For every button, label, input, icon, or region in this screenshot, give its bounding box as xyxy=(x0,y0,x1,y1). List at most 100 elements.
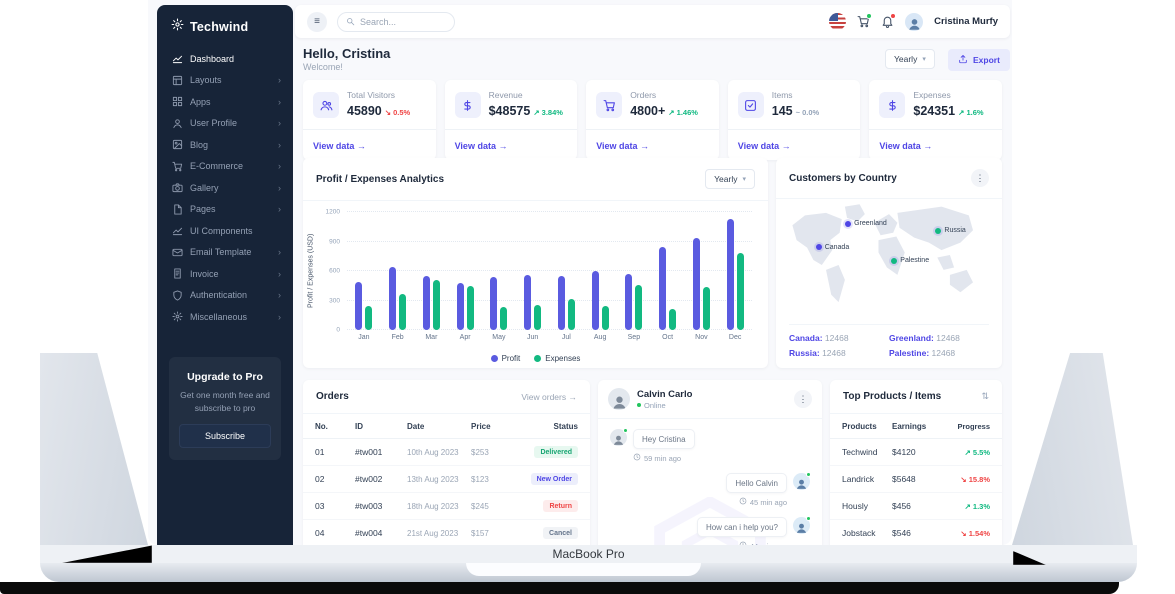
language-flag-icon[interactable] xyxy=(829,13,846,30)
world-map: CanadaGreenlandRussiaPalestine xyxy=(784,198,994,322)
x-tick-label: Apr xyxy=(448,334,482,341)
marker-label: Canada xyxy=(825,244,850,251)
sidebar: Techwind DashboardLayouts›Apps›User Prof… xyxy=(157,5,293,545)
sidebar-item-ui-components[interactable]: UI Components xyxy=(157,220,293,242)
order-no: 04 xyxy=(315,528,355,538)
sidebar-item-user-profile[interactable]: User Profile› xyxy=(157,113,293,135)
bar-group-nov xyxy=(685,212,719,330)
products-table: ProductsEarningsProgressTechwind$4120↗ 5… xyxy=(830,414,1002,545)
menu-toggle-button[interactable]: ≡ xyxy=(307,12,327,32)
product-row-jobstack: Jobstack$546↘ 1.54% xyxy=(830,520,1002,545)
chat-messages: Hey Cristina59 min agoHello Calvin45 min… xyxy=(598,419,822,545)
view-orders-link[interactable]: View orders → xyxy=(521,392,577,402)
notifications-bell-icon[interactable] xyxy=(881,15,894,28)
sidebar-item-invoice[interactable]: Invoice› xyxy=(157,263,293,285)
sidebar-item-dashboard[interactable]: Dashboard xyxy=(157,48,293,70)
chart-period-value: Yearly xyxy=(714,174,737,184)
order-no: 03 xyxy=(315,501,355,511)
sidebar-item-email-template[interactable]: Email Template› xyxy=(157,242,293,264)
search-input[interactable] xyxy=(360,17,440,27)
subscribe-button[interactable]: Subscribe xyxy=(179,424,271,448)
view-data-link[interactable]: View data → xyxy=(738,141,791,151)
customers-card: Customers by Country ⋮ Can xyxy=(776,158,1002,368)
legend-label: Profit xyxy=(502,354,521,363)
sidebar-item-label: Blog xyxy=(190,140,208,150)
stat-footer: View data → xyxy=(586,129,719,160)
view-data-link[interactable]: View data → xyxy=(455,141,508,151)
chevron-right-icon: › xyxy=(278,75,281,85)
chevron-right-icon: › xyxy=(278,269,281,279)
chevron-down-icon: ▾ xyxy=(742,175,746,183)
period-select[interactable]: Yearly ▾ xyxy=(885,49,935,69)
user-avatar[interactable] xyxy=(905,13,923,31)
map-marker-canada: Canada xyxy=(816,244,850,251)
product-earnings: $456 xyxy=(892,501,944,511)
sidebar-item-gallery[interactable]: Gallery› xyxy=(157,177,293,199)
stat-label: Total Visitors xyxy=(347,90,410,100)
pages-icon xyxy=(172,204,183,215)
expenses-bar xyxy=(737,253,744,330)
period-select-value: Yearly xyxy=(894,54,917,64)
products-column-progress: Progress xyxy=(944,422,990,431)
chat-message-left: Hey Cristina xyxy=(610,429,810,449)
chart-period-select[interactable]: Yearly ▾ xyxy=(705,169,755,189)
stat-value-row: 45890↘ 0.5% xyxy=(347,102,410,120)
view-data-link[interactable]: View data → xyxy=(313,141,366,151)
product-name: Landrick xyxy=(842,474,892,484)
export-button[interactable]: Export xyxy=(948,49,1010,71)
sidebar-item-miscellaneous[interactable]: Miscellaneous› xyxy=(157,306,293,328)
products-column-earnings: Earnings xyxy=(892,422,944,431)
sidebar-item-label: Miscellaneous xyxy=(190,312,247,322)
order-price: $253 xyxy=(471,448,513,457)
y-tick-label: 1200 xyxy=(326,209,340,216)
stat-card-expenses: Expenses$24351↗ 1.6% View data → xyxy=(869,80,1002,160)
laptop-screen: Techwind DashboardLayouts›Apps›User Prof… xyxy=(148,0,1012,545)
sidebar-item-blog[interactable]: Blog› xyxy=(157,134,293,156)
view-data-link[interactable]: View data → xyxy=(596,141,649,151)
chevron-right-icon: › xyxy=(278,183,281,193)
cart-icon[interactable] xyxy=(857,15,870,28)
dashboard-icon xyxy=(172,53,183,64)
sidebar-item-e-commerce[interactable]: E-Commerce› xyxy=(157,156,293,178)
country-value: 12468 xyxy=(934,333,960,343)
sidebar-menu: DashboardLayouts›Apps›User Profile›Blog›… xyxy=(157,48,293,328)
sort-icon[interactable]: ⇅ xyxy=(981,391,989,402)
stats-row: Total Visitors45890↘ 0.5%View data →Reve… xyxy=(303,80,1002,160)
order-id: #tw002 xyxy=(355,474,407,484)
chevron-right-icon: › xyxy=(278,118,281,128)
stat-text: Expenses$24351↗ 1.6% xyxy=(913,90,983,120)
chat-list: Hey Cristina59 min agoHello Calvin45 min… xyxy=(610,429,810,545)
sidebar-item-apps[interactable]: Apps› xyxy=(157,91,293,113)
kebab-menu-icon[interactable]: ⋮ xyxy=(794,390,812,408)
country-stat-russia: Russia: 12468 xyxy=(789,348,889,358)
legend-expenses[interactable]: Expenses xyxy=(534,354,580,363)
stat-card-items: Items145~ 0.0%View data → xyxy=(728,80,861,160)
search-box[interactable] xyxy=(337,12,455,32)
order-id: #tw004 xyxy=(355,528,407,538)
orders-table: No.IDDatePriceStatus01#tw00110th Aug 202… xyxy=(303,414,590,545)
stat-label: Revenue xyxy=(489,90,563,100)
chart-legend: Profit Expenses xyxy=(303,354,768,363)
sidebar-item-pages[interactable]: Pages› xyxy=(157,199,293,221)
stat-card-revenue: Revenue$48575↗ 3.84%View data → xyxy=(445,80,578,160)
sidebar-item-authentication[interactable]: Authentication› xyxy=(157,285,293,307)
dollar-icon xyxy=(879,92,905,118)
brand-logo[interactable]: Techwind xyxy=(157,5,293,48)
x-tick-label: Aug xyxy=(583,334,617,341)
legend-label: Expenses xyxy=(545,354,580,363)
expenses-bar xyxy=(399,294,406,330)
view-data-link[interactable]: View data → xyxy=(879,141,932,151)
marker-dot xyxy=(845,221,851,227)
legend-profit[interactable]: Profit xyxy=(491,354,521,363)
top-products-card: Top Products / Items ⇅ ProductsEarningsP… xyxy=(830,380,1002,545)
ui-components-icon xyxy=(172,225,183,236)
sidebar-item-label: Dashboard xyxy=(190,54,234,64)
order-status: Return xyxy=(513,500,578,513)
order-status: Delivered xyxy=(513,446,578,459)
upgrade-title: Upgrade to Pro xyxy=(179,371,271,383)
stat-delta: ↘ 0.5% xyxy=(385,108,410,117)
sidebar-item-layouts[interactable]: Layouts› xyxy=(157,70,293,92)
product-row-hously: Hously$456↗ 1.3% xyxy=(830,493,1002,520)
kebab-menu-icon[interactable]: ⋮ xyxy=(971,169,989,187)
sidebar-item-label: Apps xyxy=(190,97,211,107)
